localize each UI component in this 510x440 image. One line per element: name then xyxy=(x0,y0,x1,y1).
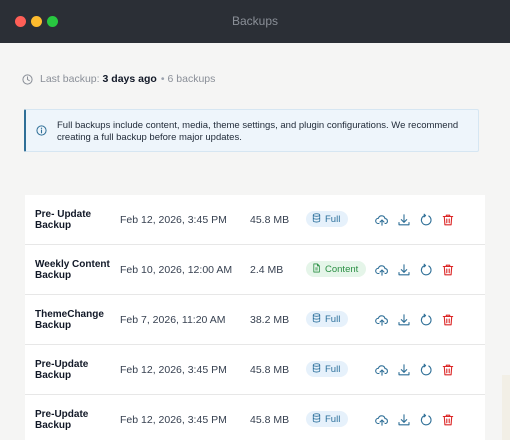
download-button[interactable] xyxy=(396,262,411,277)
backup-name: ThemeChange Backup xyxy=(35,309,104,331)
backup-type-badge: Content xyxy=(306,261,367,277)
edge-shade xyxy=(502,375,510,440)
backup-type-label: Content xyxy=(325,263,359,275)
restore-icon xyxy=(420,213,432,225)
upload-button[interactable] xyxy=(374,212,389,227)
backup-date: Feb 12, 2026, 3:45 PM xyxy=(120,364,227,376)
delete-button[interactable] xyxy=(440,412,455,427)
last-backup-age: 3 days ago xyxy=(102,73,157,85)
backup-name: Pre- Update Backup xyxy=(35,209,92,231)
backup-date: Feb 10, 2026, 12:00 AM xyxy=(120,264,233,276)
backup-type-badge: Full xyxy=(306,361,349,377)
backup-type-badge: Full xyxy=(306,211,349,227)
backup-type-badge: Full xyxy=(306,311,349,327)
restore-button[interactable] xyxy=(418,262,433,277)
download-icon xyxy=(397,313,410,325)
database-icon xyxy=(312,362,321,372)
backup-row: Pre- Update Backup Feb 12, 2026, 3:45 PM… xyxy=(25,195,485,245)
download-icon xyxy=(397,413,410,425)
row-actions xyxy=(374,362,462,377)
backup-date: Feb 12, 2026, 3:45 PM xyxy=(120,414,227,426)
restore-button[interactable] xyxy=(418,362,433,377)
restore-button[interactable] xyxy=(418,412,433,427)
backup-row: ThemeChange Backup Feb 7, 2026, 11:20 AM… xyxy=(25,295,485,345)
download-button[interactable] xyxy=(396,212,411,227)
backup-size: 45.8 MB xyxy=(250,414,290,426)
row-actions xyxy=(374,412,462,427)
upload-icon xyxy=(374,264,388,276)
trash-icon xyxy=(442,364,453,375)
row-actions xyxy=(374,262,462,277)
backup-size: 45.8 MB xyxy=(250,364,290,376)
trash-icon xyxy=(442,414,453,425)
trash-icon xyxy=(442,264,453,275)
upload-button[interactable] xyxy=(374,362,389,377)
document-icon xyxy=(313,263,320,272)
upload-icon xyxy=(374,214,388,226)
upload-icon xyxy=(374,364,388,376)
backup-name: Pre-Update Backup xyxy=(35,359,89,381)
backup-size: 38.2 MB xyxy=(250,314,290,326)
upload-button[interactable] xyxy=(374,412,389,427)
upload-icon xyxy=(374,314,388,326)
delete-button[interactable] xyxy=(440,212,455,227)
backup-date: Feb 12, 2026, 3:45 PM xyxy=(120,214,227,226)
backup-type-badge: Full xyxy=(306,411,349,427)
download-button[interactable] xyxy=(396,412,411,427)
trash-icon xyxy=(442,314,453,325)
restore-icon xyxy=(420,413,432,425)
backup-name: Weekly Content Backup xyxy=(35,259,110,281)
status-separator: • xyxy=(160,73,165,85)
backup-type-label: Full xyxy=(325,363,341,375)
restore-icon xyxy=(420,313,432,325)
title-bar: Backups xyxy=(0,0,510,43)
restore-icon xyxy=(420,263,432,275)
upload-button[interactable] xyxy=(374,262,389,277)
notice-text: Full backups include content, media, the… xyxy=(57,120,459,143)
download-icon xyxy=(397,213,410,225)
row-actions xyxy=(374,212,462,227)
download-button[interactable] xyxy=(396,312,411,327)
database-icon xyxy=(312,312,321,322)
clock-icon xyxy=(22,73,33,85)
trash-icon xyxy=(442,214,453,225)
info-notice: Full backups include content, media, the… xyxy=(24,109,479,152)
upload-button[interactable] xyxy=(374,312,389,327)
backup-type-label: Full xyxy=(325,313,341,325)
backup-date: Feb 7, 2026, 11:20 AM xyxy=(120,314,226,326)
download-button[interactable] xyxy=(396,362,411,377)
backup-row: Weekly Content Backup Feb 10, 2026, 12:0… xyxy=(25,245,485,295)
backup-size: 2.4 MB xyxy=(250,264,284,276)
info-icon xyxy=(36,125,47,136)
backup-name: Pre-Update Backup xyxy=(35,409,89,431)
last-backup-status: Last backup: 3 days ago • 6 backups xyxy=(22,73,215,85)
restore-button[interactable] xyxy=(418,212,433,227)
backup-type-label: Full xyxy=(325,413,341,425)
delete-button[interactable] xyxy=(440,362,455,377)
backup-count: 6 backups xyxy=(167,73,216,85)
backup-type-label: Full xyxy=(325,213,341,225)
delete-button[interactable] xyxy=(440,312,455,327)
delete-button[interactable] xyxy=(440,262,455,277)
backup-list: Pre- Update Backup Feb 12, 2026, 3:45 PM… xyxy=(25,195,485,440)
window-title: Backups xyxy=(231,14,279,28)
download-icon xyxy=(397,363,410,375)
backup-row: Pre-Update Backup Feb 12, 2026, 3:45 PM … xyxy=(25,345,485,395)
backup-size: 45.8 MB xyxy=(250,214,290,226)
restore-icon xyxy=(420,363,432,375)
restore-button[interactable] xyxy=(418,312,433,327)
database-icon xyxy=(312,212,321,222)
upload-icon xyxy=(374,414,388,426)
backup-row: Pre-Update Backup Feb 12, 2026, 3:45 PM … xyxy=(25,395,485,440)
download-icon xyxy=(397,263,410,275)
status-prefix: Last backup: xyxy=(40,73,100,85)
database-icon xyxy=(312,412,321,422)
row-actions xyxy=(374,312,462,327)
